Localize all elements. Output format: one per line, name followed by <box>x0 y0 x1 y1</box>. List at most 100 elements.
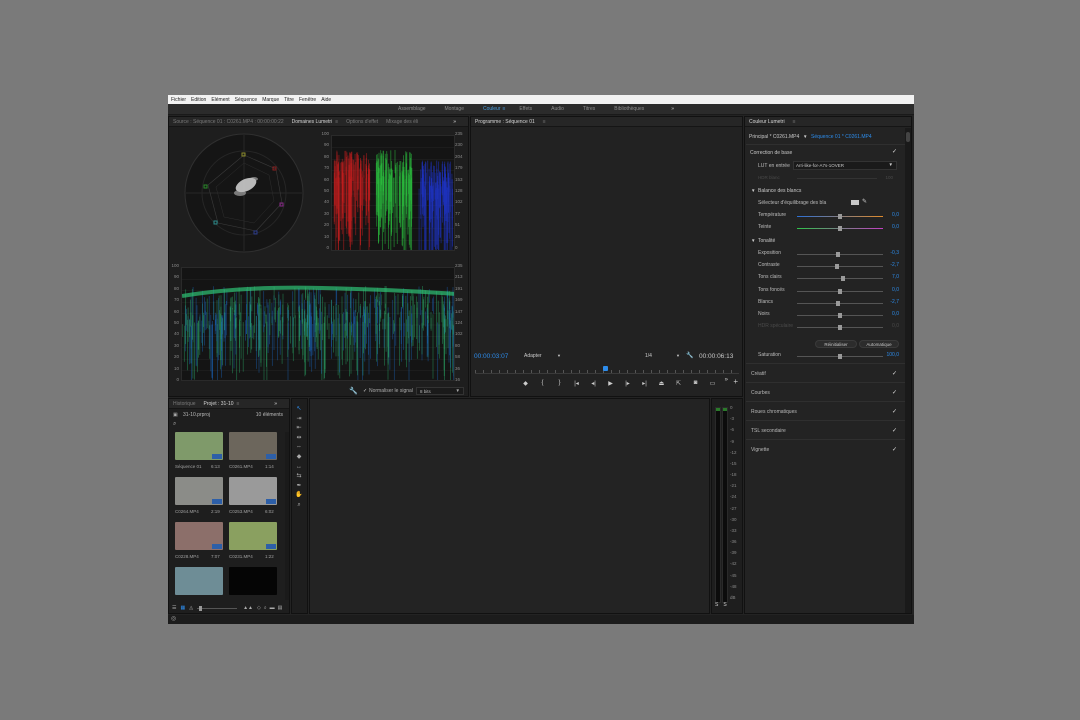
slider-track[interactable] <box>797 214 883 219</box>
clip-thumbnail[interactable] <box>175 522 223 550</box>
slider-value[interactable]: 0,0 <box>892 224 899 230</box>
basic-correction-check[interactable]: ✓ <box>892 148 897 155</box>
in-point-icon[interactable]: { <box>534 380 551 390</box>
project-scrollbar[interactable] <box>285 432 289 600</box>
clip-thumbnail[interactable] <box>229 567 277 595</box>
go-to-out-icon[interactable]: ▸| <box>636 380 653 390</box>
slider-track[interactable] <box>797 226 883 231</box>
slider-value[interactable]: 0,0 <box>892 212 899 218</box>
tab-domaines-lumetri[interactable]: Domaines Lumetri <box>292 119 333 125</box>
section-courbes[interactable]: Courbes ✓ <box>746 382 905 400</box>
clip-thumbnail[interactable] <box>175 477 223 505</box>
settings-wrench-icon[interactable]: 🔧 <box>686 352 693 359</box>
workspace-tab-audio[interactable]: Audio <box>551 106 564 112</box>
wb-color-swatch[interactable] <box>851 200 859 205</box>
safe-margins-icon[interactable]: ▭ <box>704 380 721 390</box>
more-icon[interactable]: » <box>725 377 728 383</box>
menu-aide[interactable]: Aide <box>321 97 331 103</box>
slide-icon[interactable]: ⇆ <box>294 472 304 480</box>
menu-marque[interactable]: Marque <box>262 97 279 103</box>
lift-icon[interactable]: ⏏ <box>653 380 670 390</box>
normalize-checkbox[interactable]: ✓ <box>363 388 367 394</box>
rolling-edit-icon[interactable]: ⇹ <box>294 434 304 442</box>
lumetri-tab[interactable]: Couleur Lumetri <box>749 119 785 125</box>
slider-track[interactable] <box>797 288 883 294</box>
step-back-icon[interactable]: ◂| <box>585 380 602 390</box>
slider-value[interactable]: 0,0 <box>892 287 899 293</box>
eyedropper-icon[interactable]: ✎ <box>862 198 867 205</box>
clip-thumbnail[interactable] <box>229 477 277 505</box>
play-icon[interactable]: ▶ <box>602 380 619 390</box>
slider-knob[interactable] <box>838 313 842 318</box>
out-point-icon[interactable]: } <box>551 380 568 390</box>
solo-button[interactable]: S <box>715 602 718 610</box>
master-clip-label[interactable]: Principal * C0261.MP4 <box>749 134 799 140</box>
razor-icon[interactable]: ◆ <box>294 453 304 461</box>
workspace-tab-couleur[interactable]: Couleur <box>483 106 501 112</box>
search-icon[interactable]: ⌕ <box>173 421 176 428</box>
zoom-slider[interactable] <box>197 605 238 611</box>
playhead[interactable] <box>603 366 608 371</box>
tab-historique[interactable]: Historique <box>173 401 196 407</box>
chevron-down-icon[interactable]: ▼ <box>751 188 755 193</box>
tab-menu-icon[interactable]: ≡ <box>237 401 240 407</box>
tab-projet-31-10[interactable]: Projet : 31-10 <box>204 401 234 407</box>
slider-track[interactable] <box>797 354 883 359</box>
section-enable-check[interactable]: ✓ <box>892 408 897 415</box>
slider-value[interactable]: 7,0 <box>892 274 899 280</box>
zoom-icon[interactable]: ⌕ <box>294 501 304 509</box>
workspace-tab-effets[interactable]: Effets <box>519 106 532 112</box>
wrench-icon[interactable]: 🔧 <box>349 387 358 395</box>
marker-icon[interactable]: ◆ <box>517 380 534 390</box>
find-icon[interactable]: ⌕ <box>264 605 267 611</box>
slider-track[interactable] <box>797 325 883 331</box>
icon-view-icon[interactable]: ▦ <box>180 605 185 611</box>
clip-thumbnail[interactable] <box>229 432 277 460</box>
slider-track[interactable] <box>797 300 883 306</box>
new-bin-icon[interactable]: ▬ <box>270 605 275 611</box>
menu-fenetre[interactable]: Fenêtre <box>299 97 316 103</box>
slider-knob[interactable] <box>836 300 841 306</box>
slider-knob[interactable] <box>838 226 842 231</box>
automate-icon[interactable]: ◇ <box>257 605 261 611</box>
go-to-in-icon[interactable]: |◂ <box>568 380 585 390</box>
lut-select[interactable]: Arri-like-for-A7s-1OVER ▼ <box>793 161 897 170</box>
clip-thumbnail[interactable] <box>175 567 223 595</box>
section-enable-check[interactable]: ✓ <box>892 389 897 396</box>
workspace-tab-bibliotheques[interactable]: Bibliothèques <box>614 106 644 112</box>
add-button-icon[interactable]: + <box>733 378 738 386</box>
render-status-icon[interactable]: ◎ <box>171 615 176 622</box>
slider-knob[interactable] <box>835 264 840 270</box>
pen-icon[interactable]: ✒ <box>294 482 304 490</box>
slider-knob[interactable] <box>838 288 842 294</box>
ripple-edit-icon[interactable]: ⇤ <box>294 424 304 432</box>
step-forward-icon[interactable]: |▸ <box>619 380 636 390</box>
slider-knob[interactable] <box>838 214 842 219</box>
slider-value[interactable]: 100,0 <box>886 352 899 358</box>
menu-fichier[interactable]: Fichier <box>171 97 186 103</box>
solo-button[interactable]: S <box>723 602 726 610</box>
menu-titre[interactable]: Titre <box>284 97 294 103</box>
program-scrubber[interactable] <box>475 366 739 374</box>
reset-button[interactable]: Réinitialiser <box>815 340 857 348</box>
lumetri-scrollbar[interactable] <box>905 128 911 613</box>
tab-options-d-effet[interactable]: Options d'effet <box>346 119 378 125</box>
slider-knob[interactable] <box>838 354 842 359</box>
slider-track[interactable] <box>797 313 883 318</box>
list-view-icon[interactable]: ☰ <box>172 605 176 611</box>
freeform-view-icon[interactable]: ◬ <box>189 605 193 611</box>
slider-track[interactable] <box>797 276 883 282</box>
zoom-knob[interactable] <box>199 605 203 611</box>
section-creatif[interactable]: Créatif ✓ <box>746 363 905 381</box>
scrollbar-thumb[interactable] <box>906 132 910 142</box>
slider-value[interactable]: -0,3 <box>890 250 899 256</box>
slider-knob[interactable] <box>840 276 845 282</box>
section-vignette[interactable]: Vignette ✓ <box>746 439 905 457</box>
extract-icon[interactable]: ⇱ <box>670 380 687 390</box>
resolution-select[interactable]: 1/4 ▼ <box>644 352 682 360</box>
basic-correction-header[interactable]: Correction de base ✓ <box>746 144 905 158</box>
tab-source-sequence-01-c0261-mp4-0[interactable]: Source : Séquence 01 : C0261.MP4 : 00:00… <box>173 119 284 125</box>
slider-value[interactable]: -2,7 <box>890 262 899 268</box>
program-title[interactable]: Programme : Séquence 01 <box>475 119 535 125</box>
workspace-tab-montage[interactable]: Montage <box>445 106 464 112</box>
